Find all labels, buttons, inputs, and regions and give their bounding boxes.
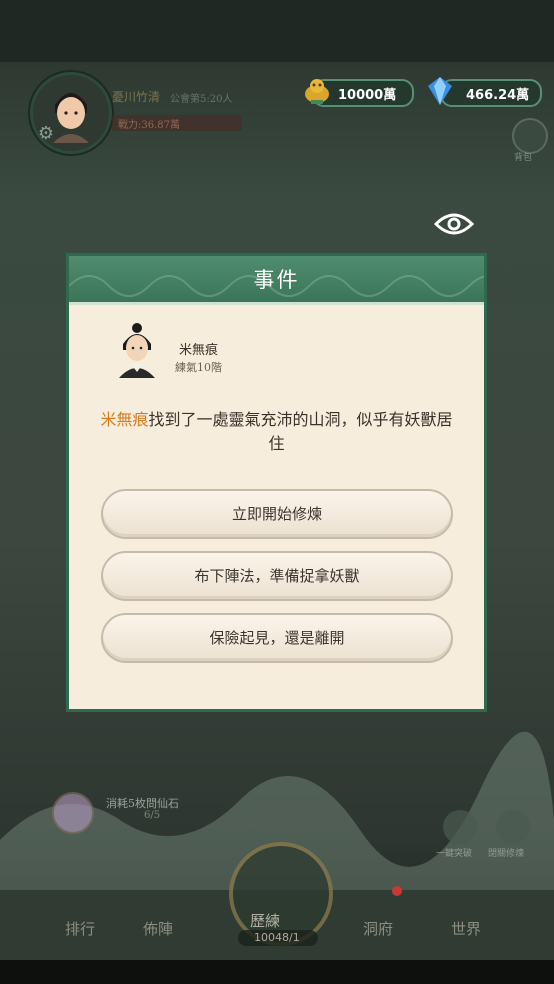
breakthrough-button[interactable] (443, 810, 477, 844)
nav-formation[interactable]: 佈陣 (128, 918, 188, 939)
notification-dot (392, 886, 402, 896)
event-character-name: 米無痕 (100, 410, 149, 429)
stone-cost-panel: 消耗5枚問仙石 6/5 (52, 792, 222, 834)
choice-cultivate-button[interactable]: 立即開始修煉 (101, 489, 453, 539)
player-sect: 公會第5:20人 (170, 94, 233, 105)
gear-icon[interactable]: ⚙ (36, 124, 56, 144)
choice-capture-button[interactable]: 布下陣法，準備捉拿妖獸 (101, 551, 453, 601)
bag-button[interactable] (512, 118, 548, 154)
nav-ranking[interactable]: 排行 (50, 918, 110, 939)
system-bar (0, 960, 554, 984)
nav-cave[interactable]: 洞府 (348, 918, 408, 939)
nav-world[interactable]: 世界 (436, 918, 496, 939)
top-strip (0, 0, 554, 62)
event-body-text: 找到了一處靈氣充沛的山洞，似乎有妖獸居住 (148, 410, 453, 453)
stone-count: 6/5 (144, 810, 161, 821)
player-name: 憂川竹清 (112, 90, 161, 104)
stone-cost-label: 消耗5枚問仙石 (106, 797, 179, 810)
npc-portrait-icon (119, 323, 155, 378)
dialog-title: 事件 (253, 268, 300, 292)
eye-icon[interactable] (434, 210, 474, 238)
npc-realm: 練氣10階 (175, 361, 222, 374)
npc-name: 米無痕 (179, 343, 219, 358)
gem-amount: 466.24萬 (466, 88, 530, 103)
training-count: 10048/1 (254, 931, 300, 944)
seclusion-button[interactable] (496, 810, 530, 844)
nav-training: 歷練 (250, 912, 281, 930)
bag-label: 背包 (514, 153, 533, 163)
gold-toad-icon (305, 79, 329, 104)
gem-resource[interactable]: 466.24萬 (440, 79, 542, 107)
event-description: 米無痕找到了一處靈氣充沛的山洞，似乎有妖獸居住 (99, 408, 454, 456)
gem-icon (428, 77, 452, 105)
event-dialog: 事件 米無痕 練氣10階 米無痕找到了一處靈氣充沛的山洞，似乎有妖獸居住 立即開… (66, 253, 487, 712)
seclusion-label: 閉關修煉 (488, 849, 525, 859)
choice-leave-button[interactable]: 保險起見，還是離開 (101, 613, 453, 663)
dialog-header: 事件 (69, 256, 484, 305)
breakthrough-label: 一鍵突破 (436, 849, 473, 859)
power-value: 戰力:36.87萬 (118, 120, 180, 131)
gold-amount: 10000萬 (338, 88, 397, 103)
immortal-stone-icon (52, 792, 94, 834)
